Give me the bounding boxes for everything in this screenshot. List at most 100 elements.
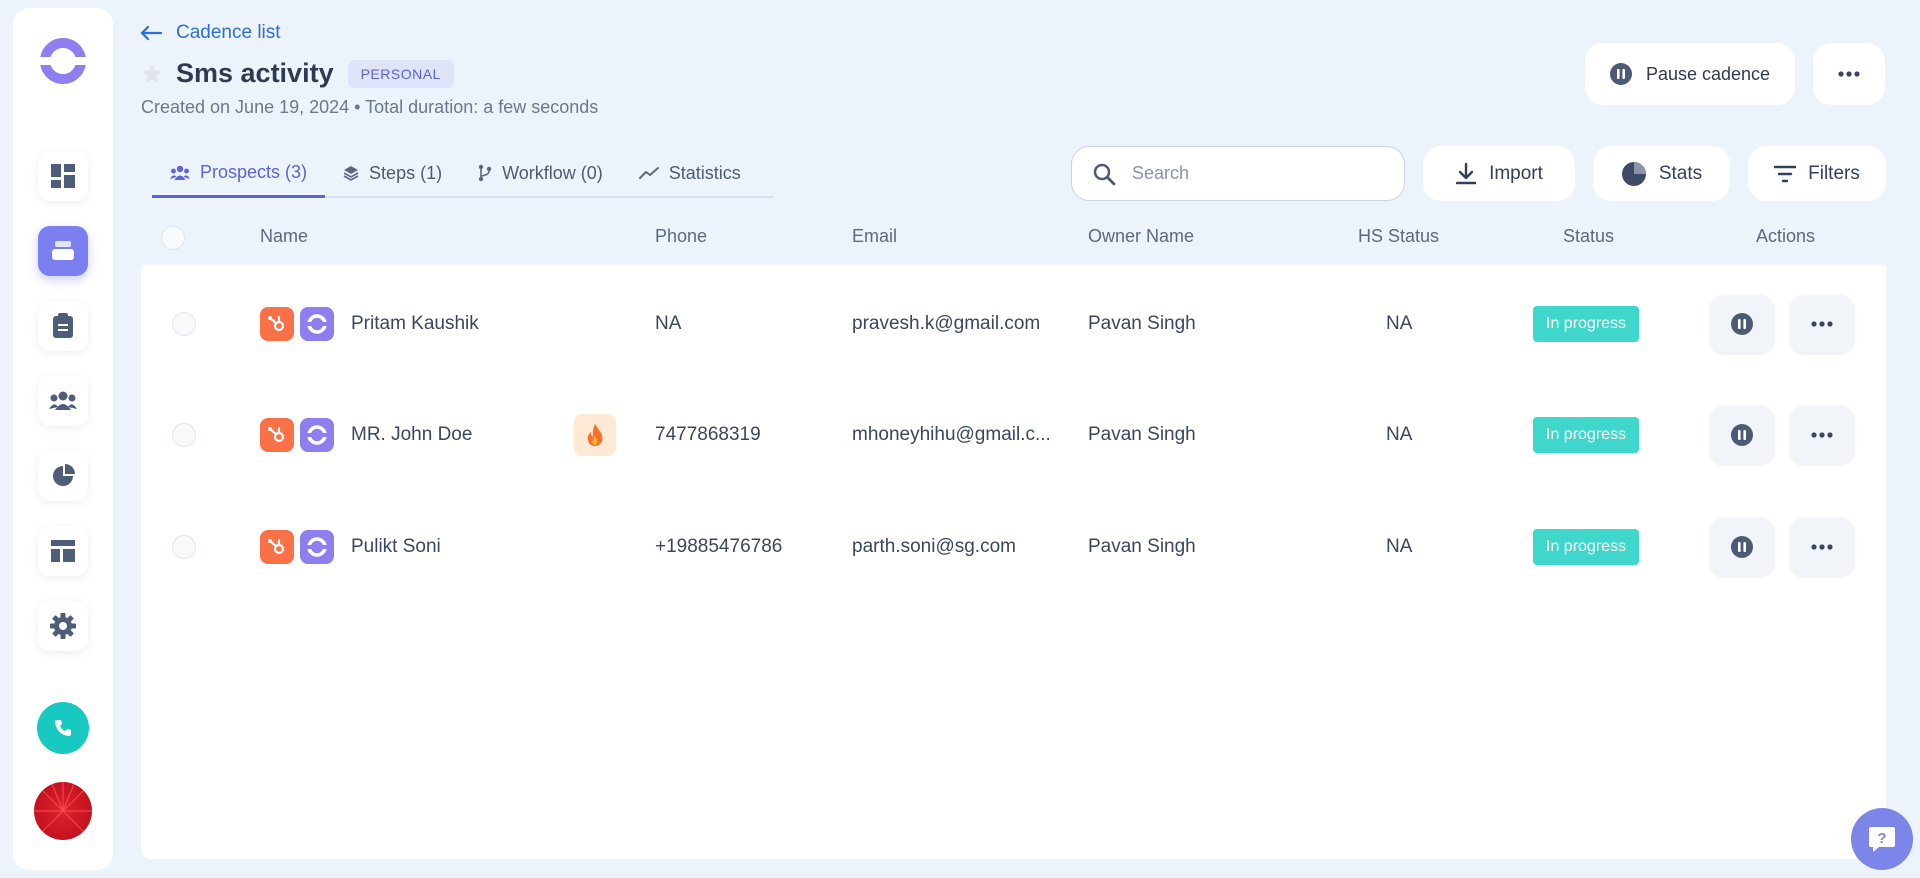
row-checkbox[interactable] [172, 312, 196, 336]
column-header-actions: Actions [1756, 226, 1816, 246]
status-badge: In progress [1533, 417, 1640, 453]
filters-label: Filters [1808, 162, 1860, 184]
column-header-owner[interactable]: Owner Name [1088, 226, 1194, 247]
pause-circle-icon [1609, 63, 1632, 85]
column-header-hs-status[interactable]: HS Status [1358, 226, 1439, 247]
cadence-title-row: Sms activity PERSONAL [140, 58, 454, 89]
sidebar-item-reports[interactable] [38, 451, 88, 501]
table-row[interactable]: Pritam Kaushik NA pravesh.k@gmail.com Pa… [141, 269, 1886, 379]
prospect-owner: Pavan Singh [1088, 536, 1196, 557]
row-more-button[interactable] [1790, 295, 1854, 353]
row-more-button[interactable] [1790, 406, 1854, 464]
cadence-meta: Created on June 19, 2024 • Total duratio… [141, 97, 599, 117]
search-box[interactable] [1071, 146, 1405, 201]
layers-icon [343, 166, 359, 181]
prospect-phone: NA [655, 313, 682, 334]
layers-icon [52, 241, 74, 260]
stats-label: Stats [1658, 162, 1703, 184]
filter-icon [1774, 165, 1797, 182]
search-input[interactable] [1132, 163, 1362, 184]
tab-workflow[interactable]: Workflow (0) [460, 150, 621, 196]
row-more-button[interactable] [1790, 518, 1854, 576]
table-header: Name Phone Email Owner Name HS Status St… [141, 212, 1886, 264]
import-button[interactable]: Import [1423, 146, 1575, 201]
prospect-phone: +19885476786 [655, 536, 783, 557]
tab-workflow-label: Workflow (0) [502, 162, 603, 183]
people-icon [49, 391, 77, 410]
call-button[interactable] [37, 702, 89, 754]
prospect-hs-status: NA [1386, 536, 1413, 557]
arrow-left-icon [140, 25, 162, 41]
tab-statistics-label: Statistics [668, 162, 741, 183]
prospect-hs-status: NA [1386, 424, 1413, 445]
cadence-logo-icon [300, 307, 334, 341]
prospect-name[interactable]: Pritam Kaushik [351, 313, 479, 335]
star-icon[interactable] [140, 62, 164, 86]
status-badge: In progress [1533, 306, 1640, 342]
prospects-table: Pritam Kaushik NA pravesh.k@gmail.com Pa… [141, 265, 1886, 859]
prospect-name[interactable]: Pulikt Soni [351, 536, 441, 558]
pie-chart-icon [53, 464, 75, 486]
column-header-email[interactable]: Email [852, 226, 897, 247]
pause-cadence-label: Pause cadence [1645, 63, 1771, 84]
prospect-owner: Pavan Singh [1088, 424, 1196, 445]
column-header-name[interactable]: Name [260, 226, 308, 247]
pause-circle-icon [1731, 313, 1753, 335]
avatar[interactable] [34, 782, 92, 840]
ellipsis-icon [1811, 544, 1833, 550]
column-header-status[interactable]: Status [1563, 226, 1614, 247]
import-label: Import [1489, 162, 1543, 184]
app-logo-icon[interactable] [38, 36, 88, 86]
sidebar [13, 8, 113, 870]
ellipsis-icon [1811, 432, 1833, 438]
pause-circle-icon [1731, 424, 1753, 446]
tab-prospects-label: Prospects (3) [200, 162, 308, 182]
row-checkbox[interactable] [172, 423, 196, 447]
template-icon [51, 540, 75, 562]
select-all-checkbox[interactable] [161, 226, 185, 250]
stats-button[interactable]: Stats [1593, 146, 1730, 201]
search-icon [1093, 163, 1116, 185]
sidebar-item-people[interactable] [38, 376, 88, 426]
more-options-button[interactable] [1813, 43, 1885, 105]
users-icon [170, 165, 190, 180]
pause-circle-icon [1731, 536, 1753, 558]
pause-prospect-button[interactable] [1710, 295, 1774, 353]
hubspot-icon [260, 530, 294, 564]
row-checkbox[interactable] [172, 535, 196, 559]
prospect-owner: Pavan Singh [1088, 313, 1196, 334]
sidebar-item-templates[interactable] [38, 526, 88, 576]
sidebar-item-settings[interactable] [38, 601, 88, 651]
sidebar-item-tasks[interactable] [38, 301, 88, 351]
sidebar-item-cadences[interactable] [38, 226, 88, 276]
column-header-phone[interactable]: Phone [655, 226, 707, 247]
dashboard-icon [51, 164, 75, 188]
gear-icon [50, 613, 76, 639]
prospect-name[interactable]: MR. John Doe [351, 424, 472, 446]
prospect-phone: 7477868319 [655, 424, 761, 445]
status-badge: In progress [1533, 529, 1640, 565]
help-chat-button[interactable]: ? [1851, 808, 1913, 870]
back-link-label[interactable]: Cadence list [176, 22, 281, 44]
hubspot-icon [260, 307, 294, 341]
help-chat-icon: ? [1869, 827, 1895, 852]
pause-cadence-button[interactable]: Pause cadence [1585, 43, 1795, 105]
table-row[interactable]: MR. John Doe 7477868319 mhoneyhihu@gmail… [141, 380, 1886, 490]
pause-prospect-button[interactable] [1710, 518, 1774, 576]
table-row[interactable]: Pulikt Soni +19885476786 parth.soni@sg.c… [141, 492, 1886, 602]
tab-steps[interactable]: Steps (1) [325, 150, 460, 196]
trend-icon [638, 167, 659, 179]
back-to-cadence-list[interactable]: Cadence list [140, 22, 281, 44]
svg-text:?: ? [1877, 830, 1886, 847]
tab-prospects[interactable]: Prospects (3) [152, 150, 326, 198]
ellipsis-icon [1811, 321, 1833, 327]
prospect-hs-status: NA [1386, 313, 1413, 334]
cadence-logo-icon [300, 418, 334, 452]
filters-button[interactable]: Filters [1748, 146, 1886, 201]
prospect-email: parth.soni@sg.com [852, 536, 1016, 557]
pause-prospect-button[interactable] [1710, 406, 1774, 464]
sidebar-item-dashboard[interactable] [38, 151, 88, 201]
hot-lead-fire-icon [574, 414, 616, 456]
prospect-email: pravesh.k@gmail.com [852, 313, 1041, 334]
tab-statistics[interactable]: Statistics [621, 150, 759, 196]
